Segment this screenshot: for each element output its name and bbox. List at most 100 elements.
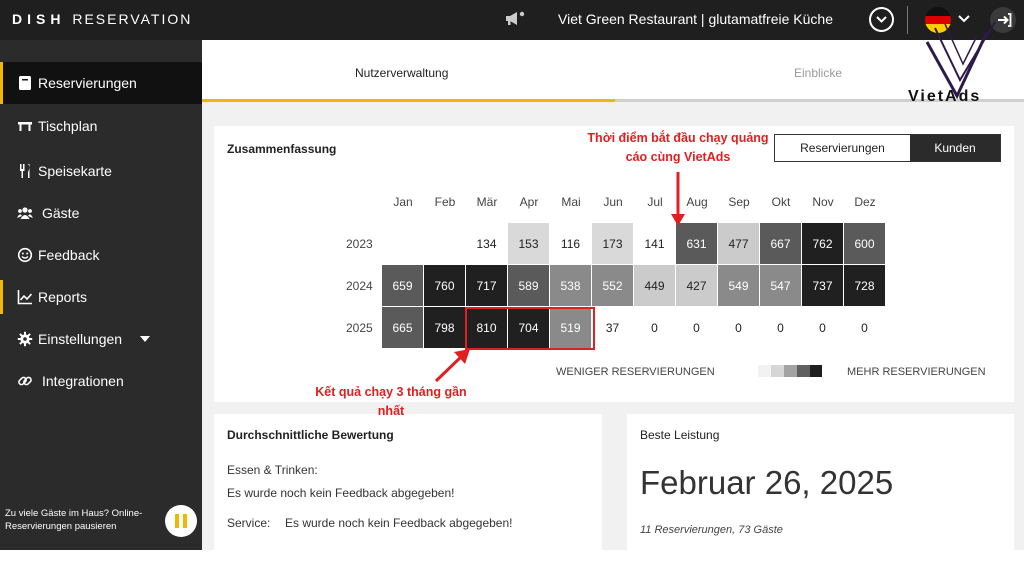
heatmap-cell[interactable]: 717 [466,265,508,307]
tab-nutzerverwaltung[interactable]: Nutzerverwaltung [355,66,448,80]
sidebar-item-speisekarte[interactable]: Speisekarte [0,150,202,192]
heatmap-cell[interactable]: 449 [634,265,676,307]
sidebar-item-tischplan[interactable]: Tischplan [0,105,202,147]
toggle-kunden[interactable]: Kunden [910,135,1000,161]
main-content: Nutzerverwaltung Einblicke Zusammenfassu… [202,40,1024,550]
rating-title: Durchschnittliche Bewertung [227,428,394,442]
heatmap-cell[interactable]: 477 [718,223,760,265]
heatmap-cell[interactable]: 549 [718,265,760,307]
heatmap-cell[interactable]: 0 [844,307,886,349]
heatmap-cell[interactable]: 631 [676,223,718,265]
heatmap-cell[interactable]: 0 [676,307,718,349]
month-label: Mai [561,195,581,209]
toggle-reservierungen[interactable]: Reservierungen [775,135,910,161]
sidebar-item-label: Integrationen [42,373,124,389]
year-label: 2023 [346,237,373,251]
best-performance-card: Beste Leistung Februar 26, 2025 11 Reser… [627,414,1014,550]
watermark-text: VietAds [908,88,982,105]
annotation-arrow-up [434,349,470,383]
best-date: Februar 26, 2025 [640,464,894,501]
sidebar-item-einstellungen[interactable]: Einstellungen [0,318,202,360]
food-value: Es wurde noch kein Feedback abgegeben! [227,486,455,500]
pause-reservations-text: Zu viele Gäste im Haus? Online-Reservier… [5,508,143,532]
rating-card: Durchschnittliche Bewertung Essen & Trin… [214,414,602,550]
annotation-result: Kết quả chạy 3 tháng gần nhất [315,385,467,418]
pause-reservations-button[interactable] [165,505,197,537]
service-label: Service: [227,516,271,530]
month-label: Sep [728,195,750,209]
annotation-start: Thời điểm bắt đầu chạy quảng cáo cùng Vi… [587,131,769,164]
users-icon [17,207,33,219]
sidebar-item-integrationen[interactable]: Integrationen [0,360,202,402]
month-label: Jan [393,195,413,209]
heatmap-cell[interactable]: 37 [592,307,634,349]
heatmap-cell[interactable]: 0 [802,307,844,349]
heatmap-cell[interactable]: 116 [550,223,592,265]
chevron-down-icon [876,16,887,23]
summary-title: Zusammenfassung [227,142,337,156]
book-icon [19,76,31,90]
heatmap-cell[interactable]: 427 [676,265,718,307]
gear-icon [17,331,33,347]
sidebar-item-reports[interactable]: Reports [0,276,202,318]
cutlery-icon [20,164,30,178]
restaurant-dropdown-button[interactable] [869,7,894,32]
table-icon [18,122,32,131]
sidebar-item-feedback[interactable]: Feedback [0,234,202,276]
legend-high-label: MEHR RESERVIERUNGEN [847,366,986,378]
year-label: 2025 [346,321,373,335]
heatmap-cell[interactable]: 659 [382,265,424,307]
sidebar-item-label: Feedback [38,247,100,263]
heatmap-cell[interactable]: 0 [634,307,676,349]
sidebar-item-label: Speisekarte [38,163,112,179]
annotation-arrow-down [671,172,685,226]
metric-toggle: Reservierungen Kunden [774,134,1001,162]
sidebar-item-reservierungen[interactable]: Reservierungen [0,62,202,104]
caret-down-icon [140,336,150,342]
heatmap-cell[interactable]: 600 [844,223,886,265]
sidebar-item-label: Reservierungen [38,75,137,91]
heatmap-cell[interactable]: 667 [760,223,802,265]
food-label: Essen & Trinken: [227,463,318,477]
sidebar-item-label: Tischplan [38,118,98,134]
best-title: Beste Leistung [640,428,720,442]
heatmap-cell[interactable]: 134 [466,223,508,265]
tab-bar: Nutzerverwaltung Einblicke [202,40,1024,102]
heatmap-cell[interactable]: 728 [844,265,886,307]
heatmap-cell[interactable]: 153 [508,223,550,265]
heatmap-cell[interactable]: 589 [508,265,550,307]
heatmap-cell[interactable]: 798 [424,307,466,349]
month-label: Jun [603,195,623,209]
heatmap-cell[interactable]: 665 [382,307,424,349]
tab-einblicke[interactable]: Einblicke [794,66,842,80]
heatmap-cell[interactable]: 173 [592,223,634,265]
restaurant-name[interactable]: Viet Green Restaurant | glutamatfreie Kü… [558,11,833,27]
smiley-icon [17,247,33,263]
best-detail: 11 Reservierungen, 73 Gäste [640,524,783,536]
summary-card: Zusammenfassung Reservierungen Kunden Ja… [214,126,1014,402]
year-label: 2024 [346,279,373,293]
heatmap-cell[interactable]: 141 [634,223,676,265]
heatmap-cell[interactable]: 0 [718,307,760,349]
month-label: Feb [434,195,456,209]
sidebar-item-label: Gäste [42,205,80,221]
heatmap-cell[interactable]: 737 [802,265,844,307]
month-label: Apr [519,195,539,209]
megaphone-icon[interactable] [503,9,525,29]
heatmap-cell[interactable]: 760 [424,265,466,307]
sidebar-item-label: Einstellungen [38,331,123,347]
service-value: Es wurde noch kein Feedback abgegeben! [285,516,513,530]
month-label: Okt [771,195,791,209]
heatmap-cell[interactable]: 0 [760,307,802,349]
heatmap-cell[interactable]: 538 [550,265,592,307]
month-label: Nov [812,195,834,209]
heatmap-cell[interactable]: 552 [592,265,634,307]
heatmap-cell[interactable]: 547 [760,265,802,307]
heatmap-cell[interactable]: 762 [802,223,844,265]
sidebar: Reservierungen Tischplan Speisekarte Gäs… [0,40,202,550]
brand-logo[interactable]: DISH RESERVATION [12,11,192,27]
legend-low-label: WENIGER RESERVIERUNGEN [556,366,715,378]
active-tab-indicator [202,99,615,102]
sidebar-item-label: Reports [38,289,88,305]
sidebar-item-gaeste[interactable]: Gäste [0,192,202,234]
